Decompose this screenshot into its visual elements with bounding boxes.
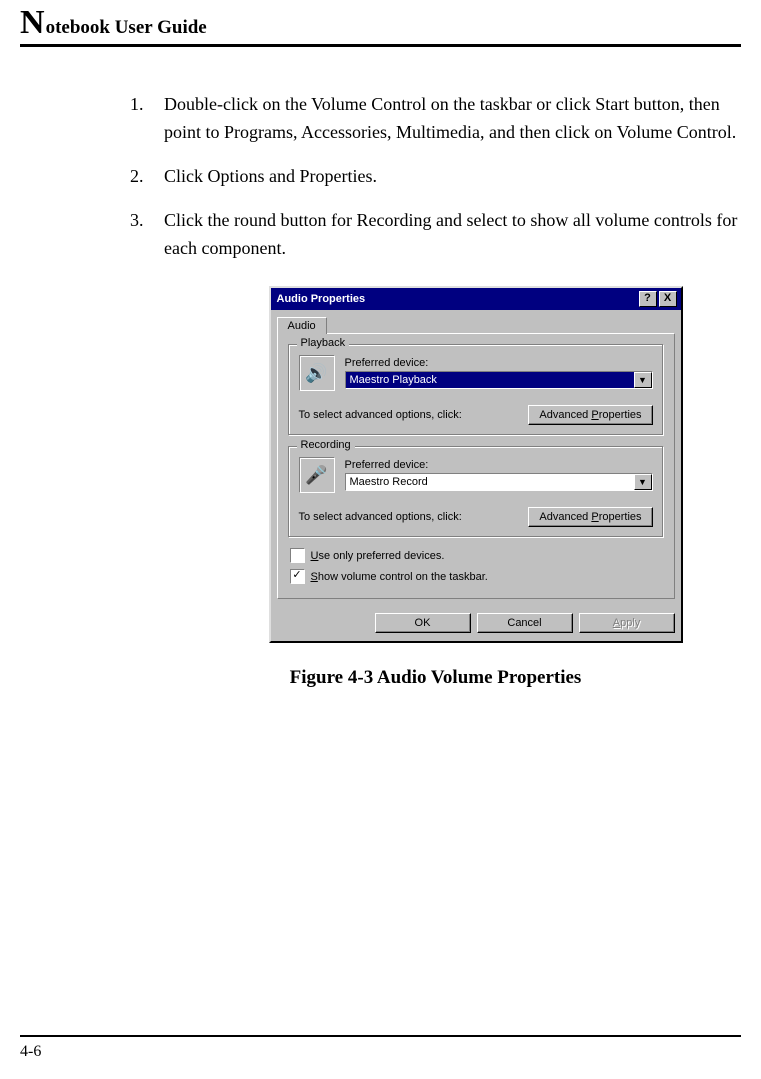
recording-group: Recording 🎤 Preferred device: Maestro Re… xyxy=(288,446,664,538)
playback-legend: Playback xyxy=(297,337,350,349)
recording-device-value: Maestro Record xyxy=(346,474,634,490)
cancel-button[interactable]: Cancel xyxy=(477,613,573,633)
microphone-icon: 🎤 xyxy=(299,457,335,493)
playback-advanced-properties-button[interactable]: Advanced Properties xyxy=(528,405,652,425)
title-bar[interactable]: Audio Properties ? X xyxy=(271,288,681,310)
list-item: 2. Click Options and Properties. xyxy=(130,163,741,191)
close-button[interactable]: X xyxy=(659,291,677,307)
list-item: 3. Click the round button for Recording … xyxy=(130,207,741,263)
figure-caption: Figure 4-3 Audio Volume Properties xyxy=(130,667,741,689)
step-text: Double-click on the Volume Control on th… xyxy=(164,91,741,147)
recording-device-select[interactable]: Maestro Record ▼ xyxy=(345,473,653,491)
dialog-title: Audio Properties xyxy=(275,293,637,305)
step-text: Click the round button for Recording and… xyxy=(164,207,741,263)
step-number: 2. xyxy=(130,163,164,191)
playback-advanced-label: To select advanced options, click: xyxy=(299,409,521,421)
step-number: 3. xyxy=(130,207,164,263)
page-footer: 4-6 xyxy=(20,1035,741,1061)
speaker-icon: 🔊 xyxy=(299,355,335,391)
list-item: 1. Double-click on the Volume Control on… xyxy=(130,91,741,147)
show-volume-taskbar-checkbox-row[interactable]: ✓ Show volume control on the taskbar. xyxy=(290,569,662,584)
show-volume-taskbar-label: Show volume control on the taskbar. xyxy=(311,571,488,583)
chevron-down-icon[interactable]: ▼ xyxy=(634,474,652,490)
tab-audio[interactable]: Audio xyxy=(277,317,327,334)
instruction-list: 1. Double-click on the Volume Control on… xyxy=(130,91,741,262)
step-number: 1. xyxy=(130,91,164,147)
checkbox-checked-icon[interactable]: ✓ xyxy=(290,569,305,584)
recording-advanced-label: To select advanced options, click: xyxy=(299,511,521,523)
checkbox-empty-icon[interactable] xyxy=(290,548,305,563)
apply-button[interactable]: Apply xyxy=(579,613,675,633)
playback-device-value: Maestro Playback xyxy=(346,372,634,388)
recording-advanced-properties-button[interactable]: Advanced Properties xyxy=(528,507,652,527)
page-number: 4-6 xyxy=(20,1043,41,1060)
ok-button[interactable]: OK xyxy=(375,613,471,633)
use-only-preferred-checkbox-row[interactable]: Use only preferred devices. xyxy=(290,548,662,563)
playback-device-select[interactable]: Maestro Playback ▼ xyxy=(345,371,653,389)
header-rest: otebook User Guide xyxy=(46,17,207,39)
help-button[interactable]: ? xyxy=(639,291,657,307)
header-dropcap: N xyxy=(20,6,45,40)
recording-device-label: Preferred device: xyxy=(345,459,653,471)
recording-legend: Recording xyxy=(297,439,355,451)
page-header: N otebook User Guide xyxy=(20,6,741,47)
chevron-down-icon[interactable]: ▼ xyxy=(634,372,652,388)
playback-device-label: Preferred device: xyxy=(345,357,653,369)
playback-group: Playback 🔊 Preferred device: Maestro Pla… xyxy=(288,344,664,436)
step-text: Click Options and Properties. xyxy=(164,163,377,191)
audio-properties-dialog: Audio Properties ? X Audio Playback 🔊 Pr… xyxy=(269,286,683,643)
use-only-preferred-label: Use only preferred devices. xyxy=(311,550,445,562)
